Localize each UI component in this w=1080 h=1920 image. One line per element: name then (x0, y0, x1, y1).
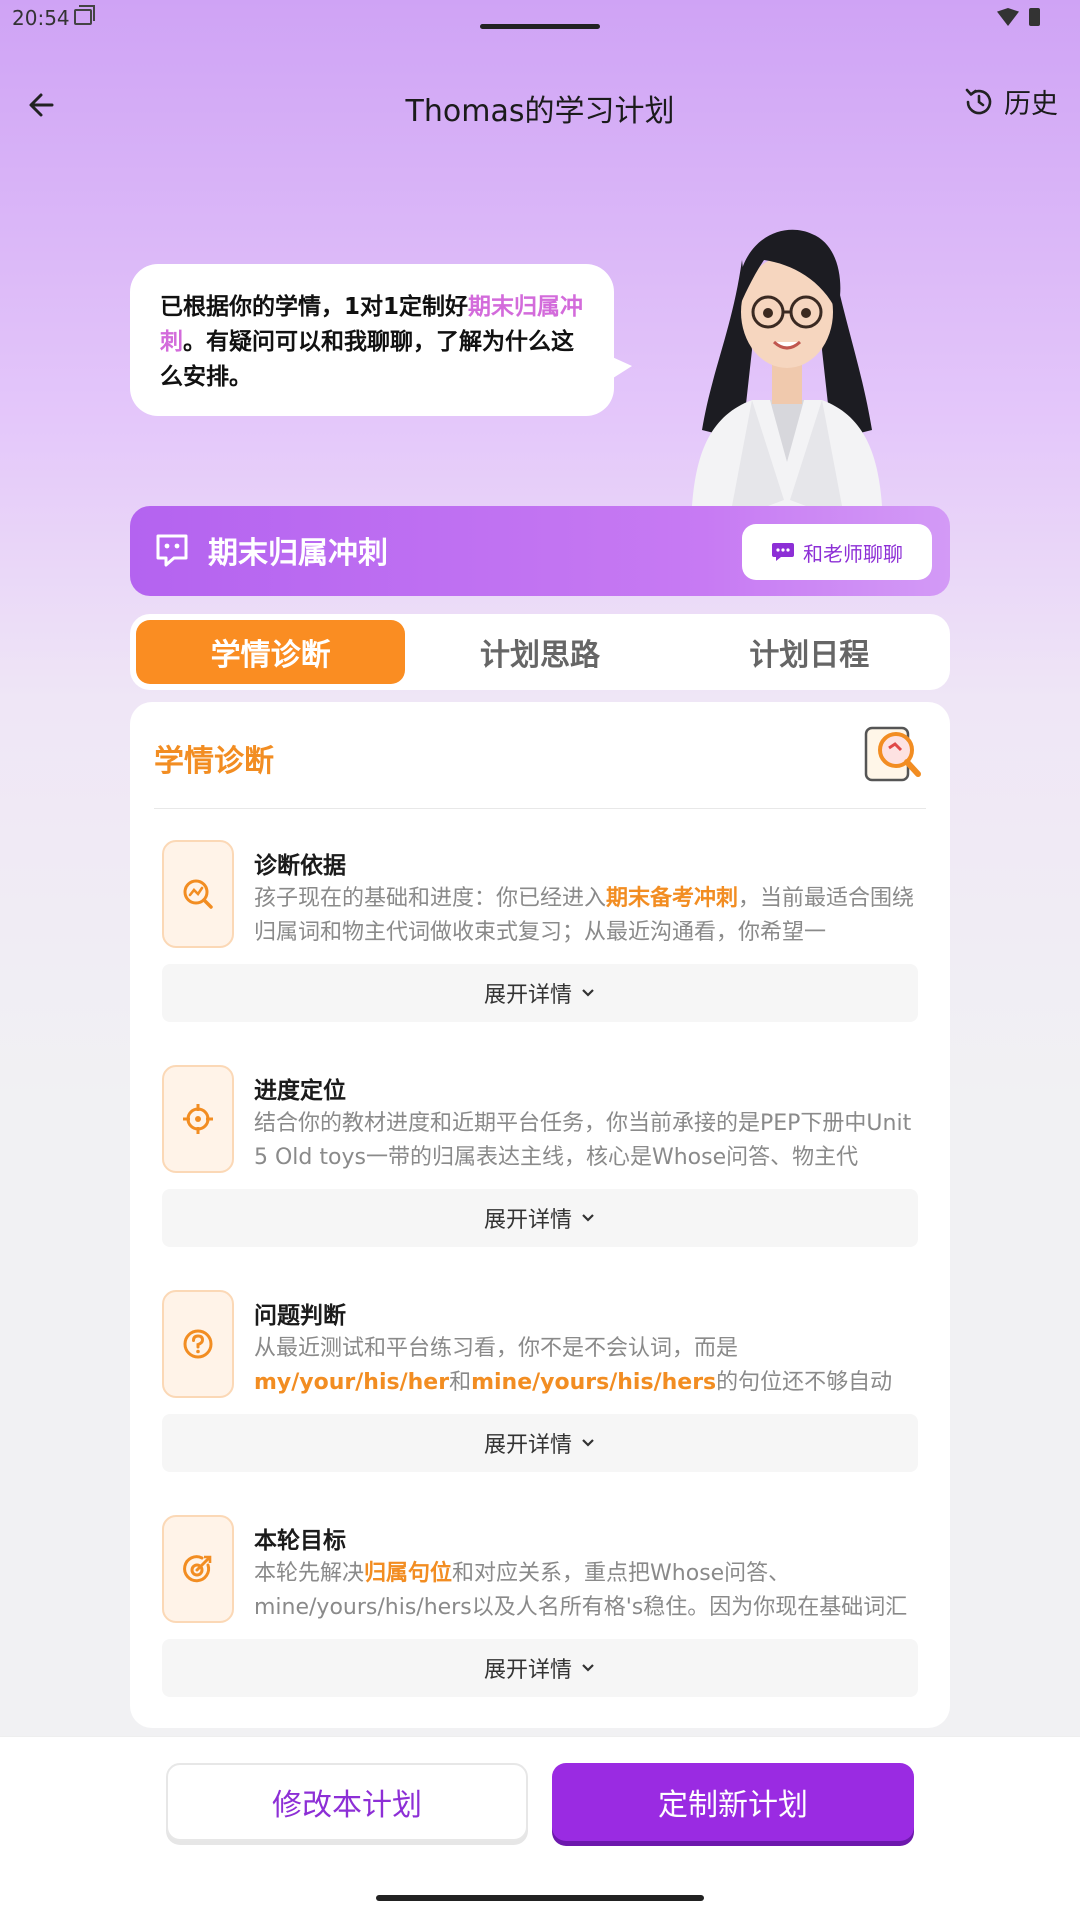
trend-search-icon (183, 879, 213, 909)
expand-label: 展开详情 (483, 1208, 572, 1233)
page-title: Thomas的学习计划 (405, 94, 675, 129)
section-text-part: 孩子现在的基础和进度：你已经进入 (254, 886, 607, 911)
target-icon (183, 1555, 212, 1583)
screenshot-icon (74, 5, 95, 25)
top-bar: Thomas的学习计划 历史 (0, 70, 1080, 140)
section-text-part: 从最近测试和平台练习看，你不是不会认词，而是 (254, 1336, 739, 1361)
battery-icon (1029, 8, 1040, 26)
expand-details-button[interactable]: 展开详情 (162, 964, 918, 1022)
status-icons (997, 8, 1040, 26)
section-title: 本轮目标 (254, 1528, 346, 1554)
tab-schedule[interactable]: 计划日程 (675, 620, 944, 684)
chevron-down-icon (582, 1439, 594, 1447)
section-title: 诊断依据 (254, 853, 346, 879)
section-highlight: mine/yours/his/hers (471, 1370, 717, 1395)
home-indicator[interactable] (376, 1895, 704, 1901)
tab-diagnosis[interactable]: 学情诊断 (136, 620, 406, 684)
message-icon (772, 543, 794, 561)
plan-banner: 期末归属冲刺 和老师聊聊 (130, 506, 950, 596)
section-text: 从最近测试和平台练习看，你不是不会认词，而是 my/your/his/her和mi… (254, 1332, 918, 1402)
expand-details-button[interactable]: 展开详情 (162, 1639, 918, 1697)
tab-bar: 学情诊断 计划思路 计划日程 (130, 614, 950, 690)
section-text: 本轮先解决归属句位和对应关系，重点把Whose问答、mine/yours/his… (254, 1557, 918, 1627)
expand-label: 展开详情 (483, 1433, 572, 1458)
question-icon (183, 1329, 213, 1359)
new-plan-button[interactable]: 定制新计划 (552, 1763, 914, 1841)
expand-details-button[interactable]: 展开详情 (162, 1189, 918, 1247)
crosshair-icon (183, 1104, 213, 1134)
section-icon-box (162, 840, 234, 948)
chat-with-teacher-button[interactable]: 和老师聊聊 (742, 524, 932, 580)
section-text: 结合你的教材进度和近期平台任务，你当前承接的是PEP下册中Unit 5 Old … (254, 1107, 918, 1177)
chevron-down-icon (582, 989, 594, 997)
history-label: 历史 (1004, 89, 1058, 120)
status-bar: 20:54 (0, 0, 1080, 36)
plan-name: 期末归属冲刺 (208, 536, 388, 571)
section-icon-box (162, 1290, 234, 1398)
expand-label: 展开详情 (483, 983, 572, 1008)
section-title: 问题判断 (254, 1303, 346, 1329)
section-text: 孩子现在的基础和进度：你已经进入期末备考冲刺，当前最适合围绕归属词和物主代词做收… (254, 882, 918, 952)
expand-label: 展开详情 (483, 1658, 572, 1683)
card-divider (154, 808, 926, 809)
chevron-down-icon (582, 1664, 594, 1672)
chat-bubble-icon (156, 534, 188, 567)
status-time: 20:54 (12, 6, 70, 30)
history-icon (965, 88, 992, 114)
section-icon-box (162, 1515, 234, 1623)
report-search-icon (864, 726, 921, 782)
bottom-action-bar: 修改本计划 定制新计划 (0, 1736, 1080, 1920)
notch-handle (480, 24, 600, 29)
teacher-speech-bubble: 已根据你的学情，1对1定制好期末归属冲刺。有疑问可以和我聊聊，了解为什么这么安排… (130, 264, 632, 416)
chat-with-teacher-label: 和老师聊聊 (803, 541, 903, 566)
history-button[interactable]: 历史 (962, 82, 1058, 121)
section-icon-box (162, 1065, 234, 1173)
bubble-text-before: 已根据你的学情，1对1定制好 (160, 294, 469, 320)
bubble-text-after: 。有疑问可以和我聊聊，了解为什么这么安排。 (160, 329, 574, 390)
chevron-down-icon (582, 1214, 594, 1222)
section-title: 进度定位 (254, 1078, 346, 1104)
section-text-part: 结合你的教材进度和近期平台任务，你当前承接的是PEP下册中Unit 5 Old … (254, 1111, 912, 1170)
section-highlight: 期末备考冲刺 (606, 886, 739, 911)
section-text-part: 本轮先解决 (254, 1561, 365, 1586)
teacher-avatar (692, 229, 882, 506)
section-highlight: my/your/his/her (254, 1370, 450, 1395)
edit-plan-button[interactable]: 修改本计划 (166, 1763, 528, 1841)
card-title: 学情诊断 (154, 744, 274, 779)
expand-details-button[interactable]: 展开详情 (162, 1414, 918, 1472)
wifi-icon (997, 8, 1019, 26)
diagnosis-card: 学情诊断 诊断依据 孩子现在的基础和进度：你已经进入期末备考冲刺，当前最适合围绕… (130, 702, 950, 1728)
tab-plan-idea[interactable]: 计划思路 (405, 620, 674, 684)
section-highlight: 归属句位 (364, 1561, 453, 1586)
section-text-part: 和 (449, 1370, 472, 1395)
